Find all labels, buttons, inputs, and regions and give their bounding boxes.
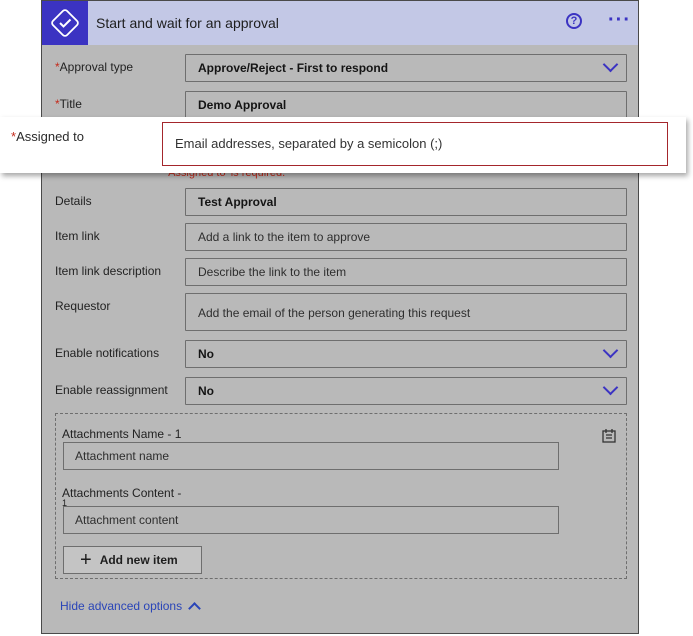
title-input[interactable]: Demo Approval: [185, 91, 627, 119]
title-label: *Title: [55, 97, 82, 111]
attachments-section: Attachments Name - 1 Attachment name Att…: [55, 413, 627, 579]
switch-to-input-mode-icon[interactable]: [602, 428, 617, 443]
details-label: Details: [55, 194, 92, 208]
add-new-item-button[interactable]: + Add new item: [63, 546, 202, 574]
chevron-down-icon: [602, 56, 619, 73]
plus-icon: +: [80, 549, 92, 571]
hide-advanced-options-link[interactable]: Hide advanced options: [60, 599, 201, 615]
approval-type-value: Approve/Reject - First to respond: [198, 61, 389, 75]
item-link-description-input[interactable]: Describe the link to the item: [185, 258, 627, 286]
approval-icon: [42, 1, 88, 45]
card-title: Start and wait for an approval: [96, 15, 279, 31]
chevron-up-icon: [188, 602, 201, 615]
details-input[interactable]: Test Approval: [185, 188, 627, 216]
item-link-input[interactable]: Add a link to the item to approve: [185, 223, 627, 251]
approval-type-dropdown[interactable]: Approve/Reject - First to respond: [185, 54, 627, 82]
enable-notifications-label: Enable notifications: [55, 346, 160, 360]
assigned-to-input[interactable]: Email addresses, separated by a semicolo…: [162, 122, 668, 166]
enable-notifications-dropdown[interactable]: No: [185, 340, 627, 368]
enable-reassignment-value: No: [198, 384, 214, 398]
chevron-down-icon: [602, 342, 619, 359]
card-header[interactable]: Start and wait for an approval ? ···: [42, 1, 638, 45]
attachments-name-label: Attachments Name - 1: [62, 427, 182, 441]
item-link-label: Item link: [55, 229, 100, 243]
more-options-icon[interactable]: ···: [608, 9, 631, 32]
attachment-name-input[interactable]: Attachment name: [63, 442, 559, 470]
hide-advanced-options-label: Hide advanced options: [60, 599, 183, 613]
chevron-down-icon: [602, 379, 619, 396]
approval-action-card: Start and wait for an approval ? ··· *Ap…: [41, 0, 639, 634]
attachments-content-label: Attachments Content -: [62, 486, 182, 500]
enable-reassignment-dropdown[interactable]: No: [185, 377, 627, 405]
item-link-description-label: Item link description: [55, 264, 162, 278]
approval-type-label: *Approval type: [55, 60, 134, 74]
enable-notifications-value: No: [198, 347, 214, 361]
help-icon[interactable]: ?: [566, 13, 582, 29]
add-new-item-label: Add new item: [99, 553, 178, 567]
attachment-content-input[interactable]: Attachment content: [63, 506, 559, 534]
requestor-input[interactable]: Add the email of the person generating t…: [185, 293, 627, 331]
assigned-to-label: *Assigned to: [11, 129, 84, 144]
enable-reassignment-label: Enable reassignment: [55, 383, 168, 397]
assigned-to-callout: *Assigned to Email addresses, separated …: [0, 117, 686, 173]
requestor-label: Requestor: [55, 299, 111, 313]
